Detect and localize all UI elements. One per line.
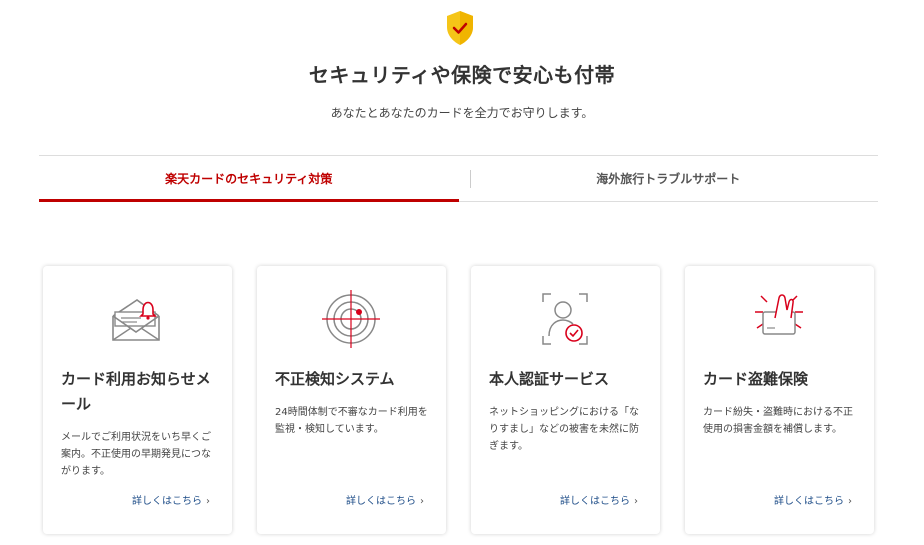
- details-link[interactable]: 詳しくはこちら ›: [346, 492, 424, 507]
- page-subtitle: あなたとあなたのカードを全力でお守りします。: [330, 106, 594, 120]
- target-scan-icon: [322, 290, 380, 348]
- chevron-right-icon: ›: [848, 496, 852, 507]
- page-title: セキュリティや保険で安心も付帯: [308, 63, 616, 87]
- tab-bar: 楽天カードのセキュリティ対策 海外旅行トラブルサポート: [39, 155, 878, 202]
- card-title: 不正検知システム: [275, 370, 395, 388]
- card-identity-auth: 本人認証サービス ネットショッピングにおける「なりすまし」などの被害を未然に防ぎ…: [471, 266, 660, 534]
- identity-check-icon: [542, 293, 588, 345]
- card-title: カード利用お知らせメール: [61, 370, 211, 413]
- details-link[interactable]: 詳しくはこちら ›: [132, 492, 210, 507]
- card-description: 24時間体制で不審なカード利用を監視・検知しています。: [275, 407, 428, 435]
- details-link-label: 詳しくはこちら: [132, 496, 202, 507]
- card-theft-icon: [755, 294, 803, 335]
- tab-security[interactable]: 楽天カードのセキュリティ対策: [39, 156, 459, 202]
- card-theft-insurance: カード盗難保険 カード紛失・盗難時における不正使用の損害金額を補償します。 詳し…: [685, 266, 874, 534]
- card-title: 本人認証サービス: [489, 370, 610, 388]
- details-link[interactable]: 詳しくはこちら ›: [774, 492, 852, 507]
- chevron-right-icon: ›: [634, 496, 638, 507]
- card-usage-mail: カード利用お知らせメール メールでご利用状況をいち早くご案内。不正使用の早期発見…: [43, 266, 232, 534]
- details-link[interactable]: 詳しくはこちら ›: [560, 492, 638, 507]
- card-title: カード盗難保険: [703, 370, 809, 388]
- card-description: ネットショッピングにおける「なりすまし」などの被害を未然に防ぎます。: [489, 407, 639, 452]
- card-description: メールでご利用状況をいち早くご案内。不正使用の早期発見につながります。: [61, 432, 211, 477]
- details-link-label: 詳しくはこちら: [346, 496, 416, 507]
- mail-bell-icon: [112, 299, 160, 341]
- details-link-label: 詳しくはこちら: [774, 496, 844, 507]
- details-link-label: 詳しくはこちら: [560, 496, 630, 507]
- chevron-right-icon: ›: [206, 496, 210, 507]
- chevron-right-icon: ›: [420, 496, 424, 507]
- feature-cards: カード利用お知らせメール メールでご利用状況をいち早くご案内。不正使用の早期発見…: [43, 266, 877, 534]
- tab-travel-support[interactable]: 海外旅行トラブルサポート: [459, 156, 879, 201]
- card-description: カード紛失・盗難時における不正使用の損害金額を補償します。: [703, 407, 853, 435]
- card-fraud-detection: 不正検知システム 24時間体制で不審なカード利用を監視・検知しています。 詳しく…: [257, 266, 446, 534]
- shield-check-icon: [447, 11, 473, 45]
